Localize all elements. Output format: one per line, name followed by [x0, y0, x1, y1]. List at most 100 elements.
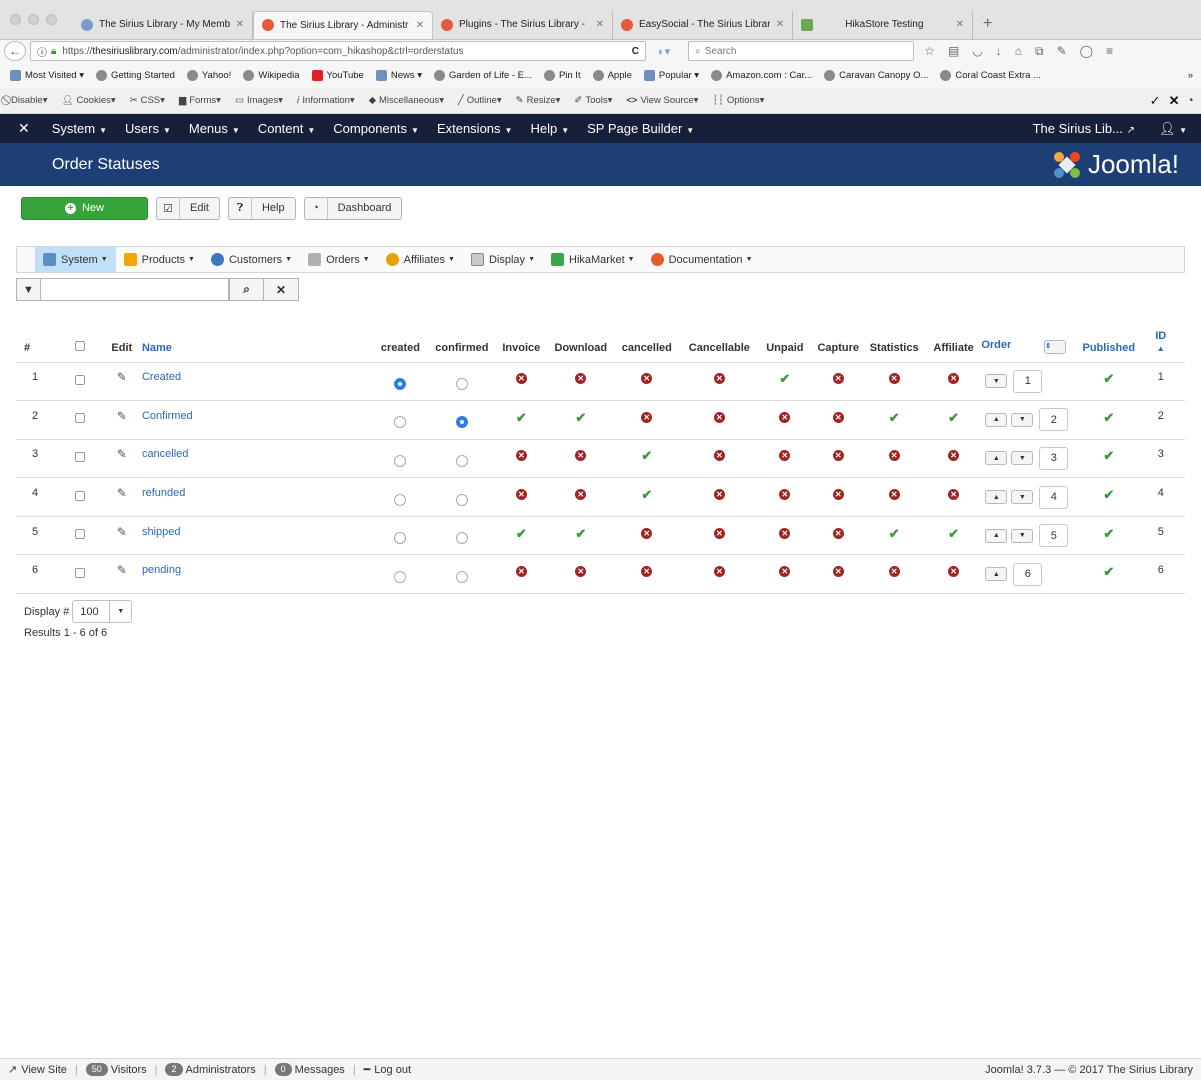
hika-menu-customers[interactable]: Customers ▼ — [203, 247, 300, 272]
download-toggle[interactable]: ✕ — [551, 438, 611, 478]
menu-extensions[interactable]: Extensions ▼ — [437, 121, 513, 136]
view-site-link[interactable]: ↗ View Site — [8, 1063, 67, 1077]
published-toggle[interactable]: ✔ — [1081, 438, 1137, 478]
bookmark-item[interactable]: Coral Coast Extra ... — [940, 69, 1041, 81]
move-down-icon[interactable]: ▼ — [1011, 412, 1034, 427]
extension-icon[interactable]: ◯ — [1080, 44, 1093, 59]
overflow-chevron-icon[interactable]: » — [1188, 70, 1193, 81]
affiliate-toggle[interactable]: ✔ — [925, 515, 982, 555]
browser-tab[interactable]: The Sirius Library - My Memb ✕ — [73, 10, 253, 39]
save-order-icon[interactable]: ⇕ — [1044, 339, 1067, 354]
affiliate-toggle[interactable]: ✔ — [925, 400, 982, 440]
statistics-toggle[interactable]: ✕ — [862, 361, 926, 401]
status-name-link[interactable]: Created — [141, 361, 369, 401]
move-up-icon[interactable]: ▲ — [985, 412, 1008, 427]
download-toggle[interactable]: ✕ — [551, 361, 611, 401]
dev-menu-cookies[interactable]: 👤︎ Cookies ▾ — [61, 95, 115, 106]
move-up-icon[interactable]: ▲ — [985, 451, 1008, 466]
affiliate-toggle[interactable]: ✕ — [925, 438, 982, 478]
dev-menu-images[interactable]: ▭ Images ▾ — [235, 95, 283, 106]
status-name-link[interactable]: pending — [141, 554, 369, 595]
sort-published[interactable]: Published — [1081, 322, 1136, 362]
menu-users[interactable]: Users ▼ — [125, 121, 171, 136]
affiliate-toggle[interactable]: ✕ — [925, 477, 982, 517]
bookmark-item[interactable]: Amazon.com : Car... — [711, 69, 812, 81]
ordering-input[interactable]: 2 — [1039, 408, 1069, 432]
affiliate-toggle[interactable]: ✕ — [925, 554, 982, 595]
clear-filter-button[interactable]: ✕ — [264, 278, 299, 301]
edit-pencil-icon[interactable]: ✎ — [101, 400, 142, 440]
close-x-icon[interactable]: ✕ — [1169, 93, 1180, 109]
confirmed-radio[interactable] — [432, 438, 492, 478]
affiliate-toggle[interactable]: ✕ — [925, 361, 982, 401]
hika-menu-products[interactable]: Products ▼ — [116, 247, 203, 272]
hika-menu-orders[interactable]: Orders ▼ — [300, 247, 378, 272]
close-tab-icon[interactable]: ✕ — [416, 20, 424, 31]
unpaid-toggle[interactable]: ✕ — [755, 438, 815, 478]
bookmark-item[interactable]: Wikipedia — [243, 69, 300, 81]
bookmark-item[interactable]: Popular ▾ — [643, 69, 699, 81]
sort-order[interactable]: Order ⇕ — [981, 322, 1081, 362]
menu-components[interactable]: Components ▼ — [333, 121, 419, 136]
pocket-icon[interactable]: ◐▾ — [658, 45, 670, 58]
search-button[interactable]: ⌕ — [229, 278, 264, 301]
bookmark-item[interactable]: Yahoo! — [186, 69, 231, 81]
cancellable-toggle[interactable]: ✕ — [683, 400, 756, 440]
dashboard-button[interactable]: ◔ Dashboard — [303, 196, 403, 220]
dev-menu-tools[interactable]: ✐ Tools ▾ — [574, 95, 612, 106]
statistics-toggle[interactable]: ✔ — [862, 515, 926, 555]
cancelled-toggle[interactable]: ✔ — [610, 477, 684, 517]
created-radio[interactable] — [368, 438, 433, 478]
move-down-icon[interactable]: ▼ — [1011, 451, 1034, 466]
invoice-toggle[interactable]: ✕ — [491, 554, 552, 595]
statistics-toggle[interactable]: ✕ — [862, 477, 926, 517]
cancellable-toggle[interactable]: ✕ — [683, 554, 756, 595]
confirmed-radio[interactable] — [432, 477, 492, 517]
unpaid-toggle[interactable]: ✕ — [755, 400, 815, 440]
capture-toggle[interactable]: ✕ — [814, 400, 863, 440]
published-toggle[interactable]: ✔ — [1081, 477, 1137, 517]
edit-pencil-icon[interactable]: ✎ — [101, 361, 142, 401]
user-menu-icon[interactable]: 👤︎ ▼ — [1159, 121, 1187, 137]
download-toggle[interactable]: ✕ — [551, 477, 611, 517]
statistics-toggle[interactable]: ✔ — [862, 400, 926, 440]
created-radio[interactable] — [368, 400, 433, 440]
menu-icon[interactable]: ≡ — [1106, 44, 1113, 59]
ordering-input[interactable]: 1 — [1013, 369, 1043, 393]
close-tab-icon[interactable]: ✕ — [236, 19, 244, 30]
unpaid-toggle[interactable]: ✔ — [755, 361, 815, 401]
search-input[interactable]: ⌕ Search — [688, 41, 915, 61]
url-field[interactable]: ⓘ 🔒︎ https://thesiriuslibrary.com/admini… — [30, 41, 646, 61]
invoice-toggle[interactable]: ✔ — [491, 515, 552, 555]
confirmed-radio[interactable] — [432, 515, 492, 555]
published-toggle[interactable]: ✔ — [1081, 361, 1137, 401]
close-tab-icon[interactable]: ✕ — [956, 19, 964, 30]
ordering-input[interactable]: 6 — [1013, 562, 1043, 586]
edit-button[interactable]: ☑ Edit — [156, 196, 220, 220]
move-up-icon[interactable]: ▲ — [985, 567, 1008, 582]
close-tab-icon[interactable]: ✕ — [776, 19, 784, 30]
confirmed-radio[interactable] — [432, 400, 492, 440]
cancellable-toggle[interactable]: ✕ — [683, 515, 756, 555]
download-icon[interactable]: ↓ — [996, 44, 1002, 59]
bookmark-item[interactable]: Caravan Canopy O... — [824, 69, 928, 81]
download-toggle[interactable]: ✕ — [551, 554, 611, 595]
ordering-input[interactable]: 4 — [1039, 485, 1069, 509]
joomla-small-logo-icon[interactable]: ✕ — [18, 120, 30, 137]
menu-system[interactable]: System ▼ — [52, 121, 107, 136]
published-toggle[interactable]: ✔ — [1081, 400, 1137, 440]
bookmark-item[interactable]: Pin It — [543, 69, 581, 81]
close-tab-icon[interactable]: ✕ — [596, 19, 604, 30]
pencil-tool-icon[interactable]: ✎ — [1057, 44, 1067, 59]
help-button[interactable]: ❓︎ Help — [227, 196, 296, 220]
menu-sp-page-builder[interactable]: SP Page Builder ▼ — [587, 121, 694, 136]
capture-toggle[interactable]: ✕ — [814, 515, 863, 555]
edit-pencil-icon[interactable]: ✎ — [101, 477, 142, 517]
dev-menu-disable[interactable]: ⃠Disable▾ — [8, 95, 47, 106]
visitors-link[interactable]: 50 Visitors — [85, 1063, 147, 1076]
hika-menu-affiliates[interactable]: Affiliates ▼ — [378, 247, 463, 272]
unpaid-toggle[interactable]: ✕ — [755, 477, 815, 517]
confirmed-radio[interactable] — [432, 554, 492, 595]
dev-menu-misc[interactable]: ◆ Miscellaneous ▾ — [369, 95, 444, 106]
move-up-icon[interactable]: ▲ — [985, 490, 1008, 505]
